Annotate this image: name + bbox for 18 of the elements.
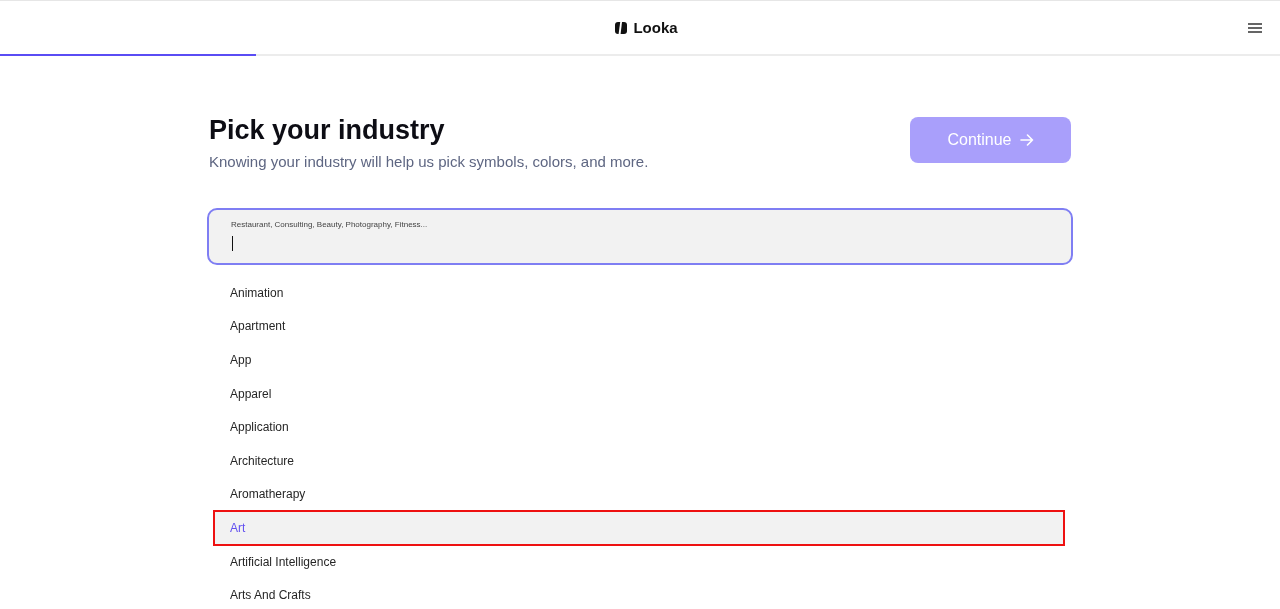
logo-link[interactable]: Looka: [602, 19, 678, 36]
logo-icon: [614, 20, 629, 35]
industry-option[interactable]: Application: [214, 410, 1064, 444]
industry-option[interactable]: Aromatherapy: [214, 477, 1064, 512]
text-cursor-icon: [232, 236, 233, 251]
industry-option[interactable]: App: [214, 343, 1064, 377]
industry-option[interactable]: Artificial Intelligence: [214, 544, 1064, 579]
page-subtitle: Knowing your industry will help us pick symbols, colors, and more.: [209, 152, 649, 172]
industry-option[interactable]: Apparel: [214, 376, 1064, 411]
industry-option[interactable]: Arts And Crafts: [214, 578, 1064, 609]
industry-search-field[interactable]: Restaurant, Consulting, Beauty, Photography, Fitness...: [207, 208, 1073, 265]
industry-option[interactable]: Apartment: [214, 309, 1064, 344]
arrow-right-icon: [1019, 134, 1034, 146]
industry-option[interactable]: Animation: [214, 276, 1064, 310]
industry-option[interactable]: Architecture: [214, 443, 1064, 478]
page-title: Pick your industry: [209, 114, 446, 146]
menu-icon: [1248, 23, 1262, 33]
industry-option[interactable]: Art: [214, 511, 1064, 545]
